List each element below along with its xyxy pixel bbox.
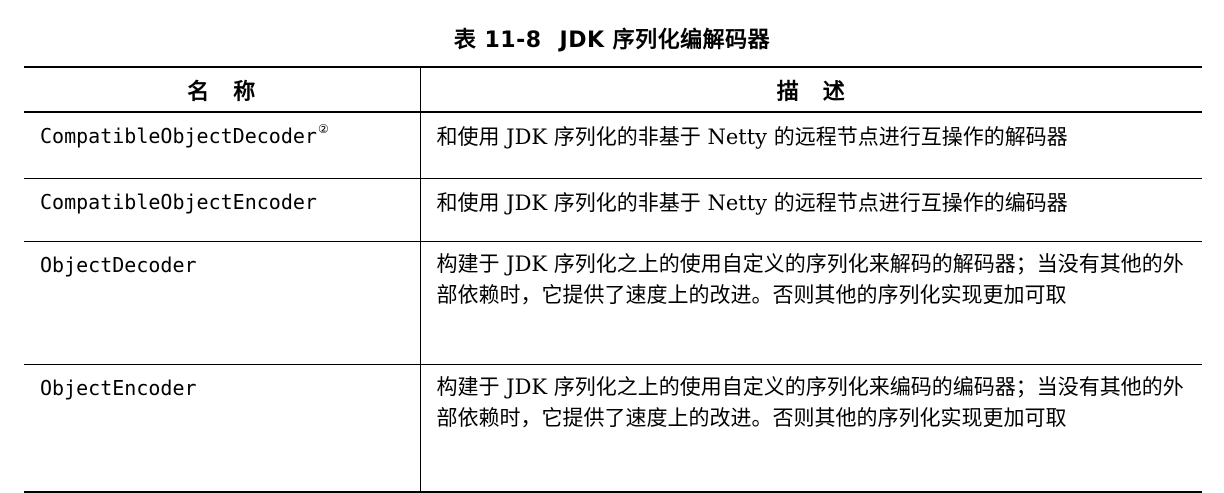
codec-description: 和使用 JDK 序列化的非基于 Netty 的远程节点进行互操作的编码器 xyxy=(436,191,1068,215)
codec-description-cell: 构建于 JDK 序列化之上的使用自定义的序列化来解码的解码器；当没有其他的外部依… xyxy=(420,241,1202,365)
codec-name: CompatibleObjectEncoder xyxy=(40,190,317,214)
codec-description: 和使用 JDK 序列化的非基于 Netty 的远程节点进行互操作的解码器 xyxy=(436,125,1068,149)
codec-name-cell: ObjectEncoder xyxy=(24,364,421,492)
footnote-marker: ② xyxy=(317,122,329,136)
codec-name-cell: CompatibleObjectEncoder xyxy=(24,178,421,242)
codec-name-cell: ObjectDecoder xyxy=(24,241,421,365)
codec-description: 构建于 JDK 序列化之上的使用自定义的序列化来解码的解码器；当没有其他的外部依… xyxy=(436,252,1184,307)
column-header-description: 描 述 xyxy=(420,67,1202,113)
column-header-name-label: 名 称 xyxy=(187,79,257,105)
table-title: JDK 序列化编解码器 xyxy=(559,28,771,53)
table-number: 表 11-8 xyxy=(453,28,542,53)
codec-name: ObjectDecoder xyxy=(40,253,197,277)
codec-description: 构建于 JDK 序列化之上的使用自定义的序列化来编码的编码器；当没有其他的外部依… xyxy=(436,375,1184,430)
codec-description-cell: 和使用 JDK 序列化的非基于 Netty 的远程节点进行互操作的解码器 xyxy=(420,112,1202,179)
table-row: ObjectEncoder 构建于 JDK 序列化之上的使用自定义的序列化来编码… xyxy=(24,364,1202,493)
codec-description-cell: 构建于 JDK 序列化之上的使用自定义的序列化来编码的编码器；当没有其他的外部依… xyxy=(420,365,1202,493)
codec-table: 名 称 描 述 CompatibleObjectDecoder② 和使用 JDK… xyxy=(24,66,1202,493)
table-row: ObjectDecoder 构建于 JDK 序列化之上的使用自定义的序列化来解码… xyxy=(24,241,1202,365)
table-header-row: 名 称 描 述 xyxy=(24,67,1202,113)
codec-name-cell: CompatibleObjectDecoder② xyxy=(24,112,421,179)
codec-name: CompatibleObjectDecoder xyxy=(40,124,317,148)
column-header-description-label: 描 述 xyxy=(776,79,846,105)
table-row: CompatibleObjectEncoder 和使用 JDK 序列化的非基于 … xyxy=(24,178,1202,242)
column-header-name: 名 称 xyxy=(24,67,421,113)
codec-description-cell: 和使用 JDK 序列化的非基于 Netty 的远程节点进行互操作的编码器 xyxy=(420,178,1202,242)
codec-name: ObjectEncoder xyxy=(40,376,197,400)
table-caption: 表 11-8 JDK 序列化编解码器 xyxy=(0,22,1224,54)
table-row: CompatibleObjectDecoder② 和使用 JDK 序列化的非基于… xyxy=(24,112,1202,179)
